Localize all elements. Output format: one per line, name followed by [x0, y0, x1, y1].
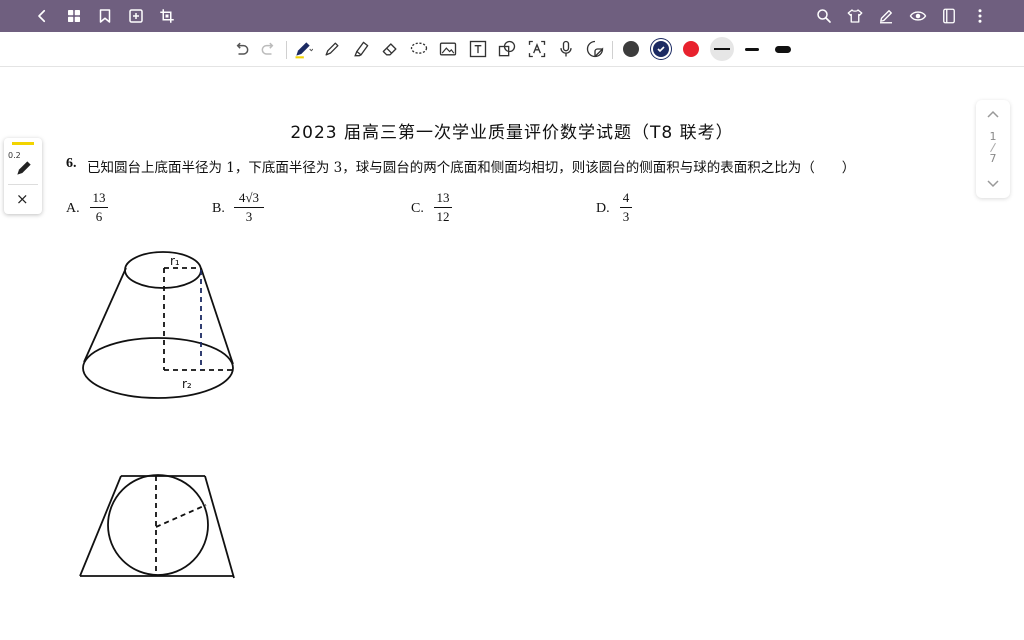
color-swatch-red[interactable] — [683, 41, 699, 57]
inscribed-sphere-circle — [107, 474, 209, 576]
option-label: A. — [66, 201, 80, 216]
page-navigator: 1 7 — [976, 100, 1010, 198]
fraction-bar — [90, 207, 108, 208]
stroke-width-thin[interactable] — [710, 37, 734, 61]
fraction-bar — [434, 207, 452, 208]
check-icon — [657, 46, 665, 53]
microphone-icon[interactable] — [554, 37, 578, 61]
redo-icon[interactable] — [257, 37, 281, 61]
stroke-width-medium[interactable] — [745, 48, 759, 51]
color-swatch-dark[interactable] — [623, 41, 639, 57]
back-icon[interactable] — [30, 4, 54, 28]
lasso-icon[interactable] — [407, 37, 431, 61]
eraser-icon[interactable] — [378, 37, 402, 61]
close-icon[interactable]: × — [16, 190, 29, 208]
fraction-bar — [234, 207, 264, 208]
fraction-bar — [620, 207, 632, 208]
search-icon[interactable] — [812, 4, 836, 28]
pen-edit-icon[interactable] — [874, 4, 898, 28]
question-text: 已知圆台上底面半径为 1，下底面半径为 3，球与圆台的两个底面和侧面均相切，则该… — [87, 160, 856, 176]
add-page-icon[interactable] — [124, 4, 148, 28]
toolbar-divider — [286, 41, 287, 59]
image-icon[interactable] — [436, 37, 460, 61]
fraction-numerator: 13 — [436, 190, 450, 205]
option-label: D. — [596, 201, 610, 216]
frustum-sketch: r₁ r₂ — [82, 251, 234, 399]
page-divider — [990, 142, 996, 153]
fraction-numerator: 4√3 — [238, 190, 260, 205]
pen-settings-panel: 0.2 × — [4, 138, 42, 214]
option-label: C. — [411, 201, 424, 216]
bottom-base-ellipse — [82, 337, 234, 399]
toolbar-divider — [612, 41, 613, 59]
fraction-denominator: 6 — [95, 209, 103, 224]
option-fraction: 4√3 3 — [234, 190, 264, 225]
more-icon[interactable] — [968, 4, 992, 28]
option-fraction: 13 6 — [90, 190, 108, 225]
cross-section-left-side — [79, 475, 122, 577]
pencil-icon[interactable] — [320, 37, 344, 61]
eye-icon[interactable] — [906, 4, 930, 28]
crop-icon[interactable] — [155, 4, 179, 28]
r1-label: r₁ — [170, 254, 180, 268]
highlighter-icon[interactable] — [349, 37, 373, 61]
grid-icon[interactable] — [62, 4, 86, 28]
fraction-numerator: 4 — [622, 190, 630, 205]
bookmark-icon[interactable] — [93, 4, 117, 28]
question-number: 6. — [66, 156, 77, 171]
radius-to-tangent-dashed — [155, 504, 207, 528]
ocr-icon[interactable] — [525, 37, 549, 61]
fraction-denominator: 3 — [622, 209, 630, 224]
option-fraction: 4 3 — [620, 190, 632, 225]
notebook-icon[interactable] — [937, 4, 961, 28]
fraction-denominator: 3 — [245, 209, 253, 224]
shape-icon[interactable] — [495, 37, 519, 61]
cross-section-right-side — [204, 475, 235, 579]
left-slant-line — [83, 267, 127, 363]
stroke-width-thick[interactable] — [775, 46, 791, 53]
chevron-down-icon[interactable] — [985, 176, 1001, 190]
pen-icon[interactable] — [14, 158, 34, 178]
text-box-icon[interactable] — [466, 37, 490, 61]
fraction-numerator: 13 — [92, 190, 106, 205]
drawing-toolbar — [0, 32, 1024, 67]
option-label: B. — [212, 201, 225, 216]
cross-section-sketch — [79, 474, 235, 579]
top-base-ellipse — [124, 251, 202, 289]
top-app-bar — [0, 0, 1024, 32]
document-title: 2023 届高三第一次学业质量评价数学试题（T8 联考） — [290, 123, 734, 143]
shirt-icon[interactable] — [843, 4, 867, 28]
option-fraction: 13 12 — [434, 190, 452, 225]
r2-label: r₂ — [182, 377, 192, 391]
total-pages: 7 — [989, 152, 997, 165]
panel-divider — [8, 184, 38, 185]
fraction-denominator: 12 — [436, 209, 450, 224]
pen-icon[interactable] — [291, 37, 315, 61]
undo-icon[interactable] — [229, 37, 253, 61]
sticker-icon[interactable] — [583, 37, 607, 61]
color-swatch-navy[interactable] — [653, 41, 669, 57]
